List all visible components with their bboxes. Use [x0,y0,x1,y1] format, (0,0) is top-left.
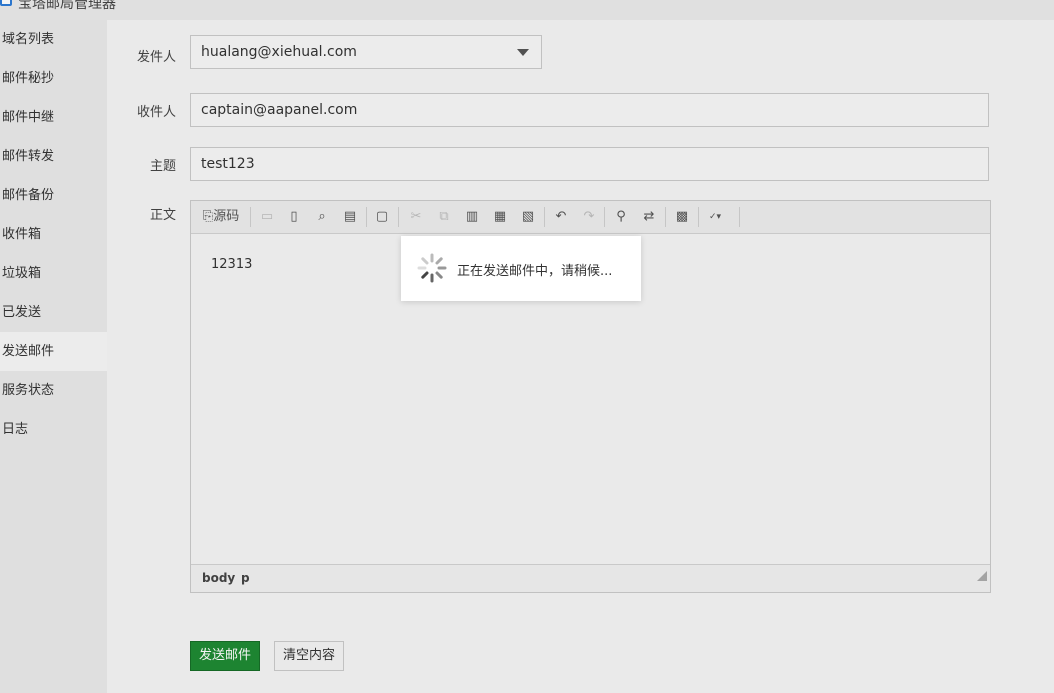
send-mail-form: 发件人 hualang@xiehual.com 收件人 captain@aapa… [107,20,1054,693]
resize-handle-icon[interactable] [977,571,987,581]
sidebar-item-mail-relay[interactable]: 邮件中继 [0,98,107,137]
preview-icon[interactable]: ⌕ [312,207,332,227]
sidebar-item-sent[interactable]: 已发送 [0,293,107,332]
paste-text-icon[interactable]: ▦ [490,207,510,227]
subject-label: 主题 [149,159,176,174]
undo-icon[interactable]: ↶ [551,207,571,227]
toolbar-separator [739,207,740,227]
toolbar-separator [604,207,605,227]
source-label: 源码 [213,209,240,224]
find-icon[interactable]: ⚲ [611,207,631,227]
clear-content-button[interactable]: 清空内容 [274,641,344,671]
editor-content[interactable]: 12313 [211,257,252,272]
loading-dialog: 正在发送邮件中，请稍候... [401,236,641,301]
window-title: 宝塔邮局管理器 [18,0,116,12]
toolbar-separator [250,207,251,227]
sidebar-item-mail-bcc[interactable]: 邮件秘抄 [0,59,107,98]
paste-icon[interactable]: ▥ [462,207,482,227]
recipient-label: 收件人 [136,105,176,120]
recipient-input[interactable]: captain@aapanel.com [190,93,989,127]
loading-message: 正在发送邮件中，请稍候... [457,264,613,279]
copy-icon[interactable]: ⧉ [434,207,454,227]
sidebar-item-service-status[interactable]: 服务状态 [0,371,107,410]
select-all-icon[interactable]: ▩ [672,207,692,227]
print-icon[interactable]: ▤ [340,207,360,227]
loading-spinner-icon [417,253,447,283]
source-icon: ⎘ [202,209,214,224]
sidebar-item-domain-list[interactable]: 域名列表 [0,20,107,59]
toolbar-separator [665,207,666,227]
element-path-p[interactable]: p [241,571,250,585]
send-mail-button[interactable]: 发送邮件 [190,641,260,671]
sidebar-item-logs[interactable]: 日志 [0,410,107,449]
toolbar-separator [698,207,699,227]
sidebar-item-send-mail[interactable]: 发送邮件 [0,332,107,371]
element-path-body[interactable]: body [202,571,235,585]
sidebar-item-mail-backup[interactable]: 邮件备份 [0,176,107,215]
new-page-icon[interactable]: ▯ [284,207,304,227]
sender-select[interactable]: hualang@xiehual.com [190,35,542,69]
toolbar-separator [544,207,545,227]
sidebar-item-junk[interactable]: 垃圾箱 [0,254,107,293]
spellcheck-icon[interactable]: ✓▾ [705,207,725,227]
save-icon[interactable]: ▭ [257,207,277,227]
body-label: 正文 [149,208,176,223]
source-button[interactable]: ⎘源码 [199,207,243,227]
templates-icon[interactable]: ▢ [372,207,392,227]
sidebar-item-mail-forward[interactable]: 邮件转发 [0,137,107,176]
paste-word-icon[interactable]: ▧ [518,207,538,227]
editor-status-bar: body p [191,564,990,592]
title-bar: 宝塔邮局管理器 [0,0,1054,20]
sender-label: 发件人 [136,50,176,65]
sidebar-item-inbox[interactable]: 收件箱 [0,215,107,254]
subject-input[interactable]: test123 [190,147,989,181]
sender-value: hualang@xiehual.com [201,44,357,60]
app-logo-icon [0,0,12,6]
replace-icon[interactable]: ⇄ [639,207,659,227]
editor-toolbar: ⎘源码 ▭ ▯ ⌕ ▤ ▢ ✂ ⧉ ▥ ▦ ▧ ↶ ↷ ⚲ ⇄ ▩ ✓▾ [191,201,990,234]
cut-icon[interactable]: ✂ [406,207,426,227]
toolbar-separator [398,207,399,227]
sidebar: 域名列表 邮件秘抄 邮件中继 邮件转发 邮件备份 收件箱 垃圾箱 已发送 发送邮… [0,20,107,693]
chevron-down-icon [517,49,529,56]
redo-icon[interactable]: ↷ [579,207,599,227]
toolbar-separator [366,207,367,227]
